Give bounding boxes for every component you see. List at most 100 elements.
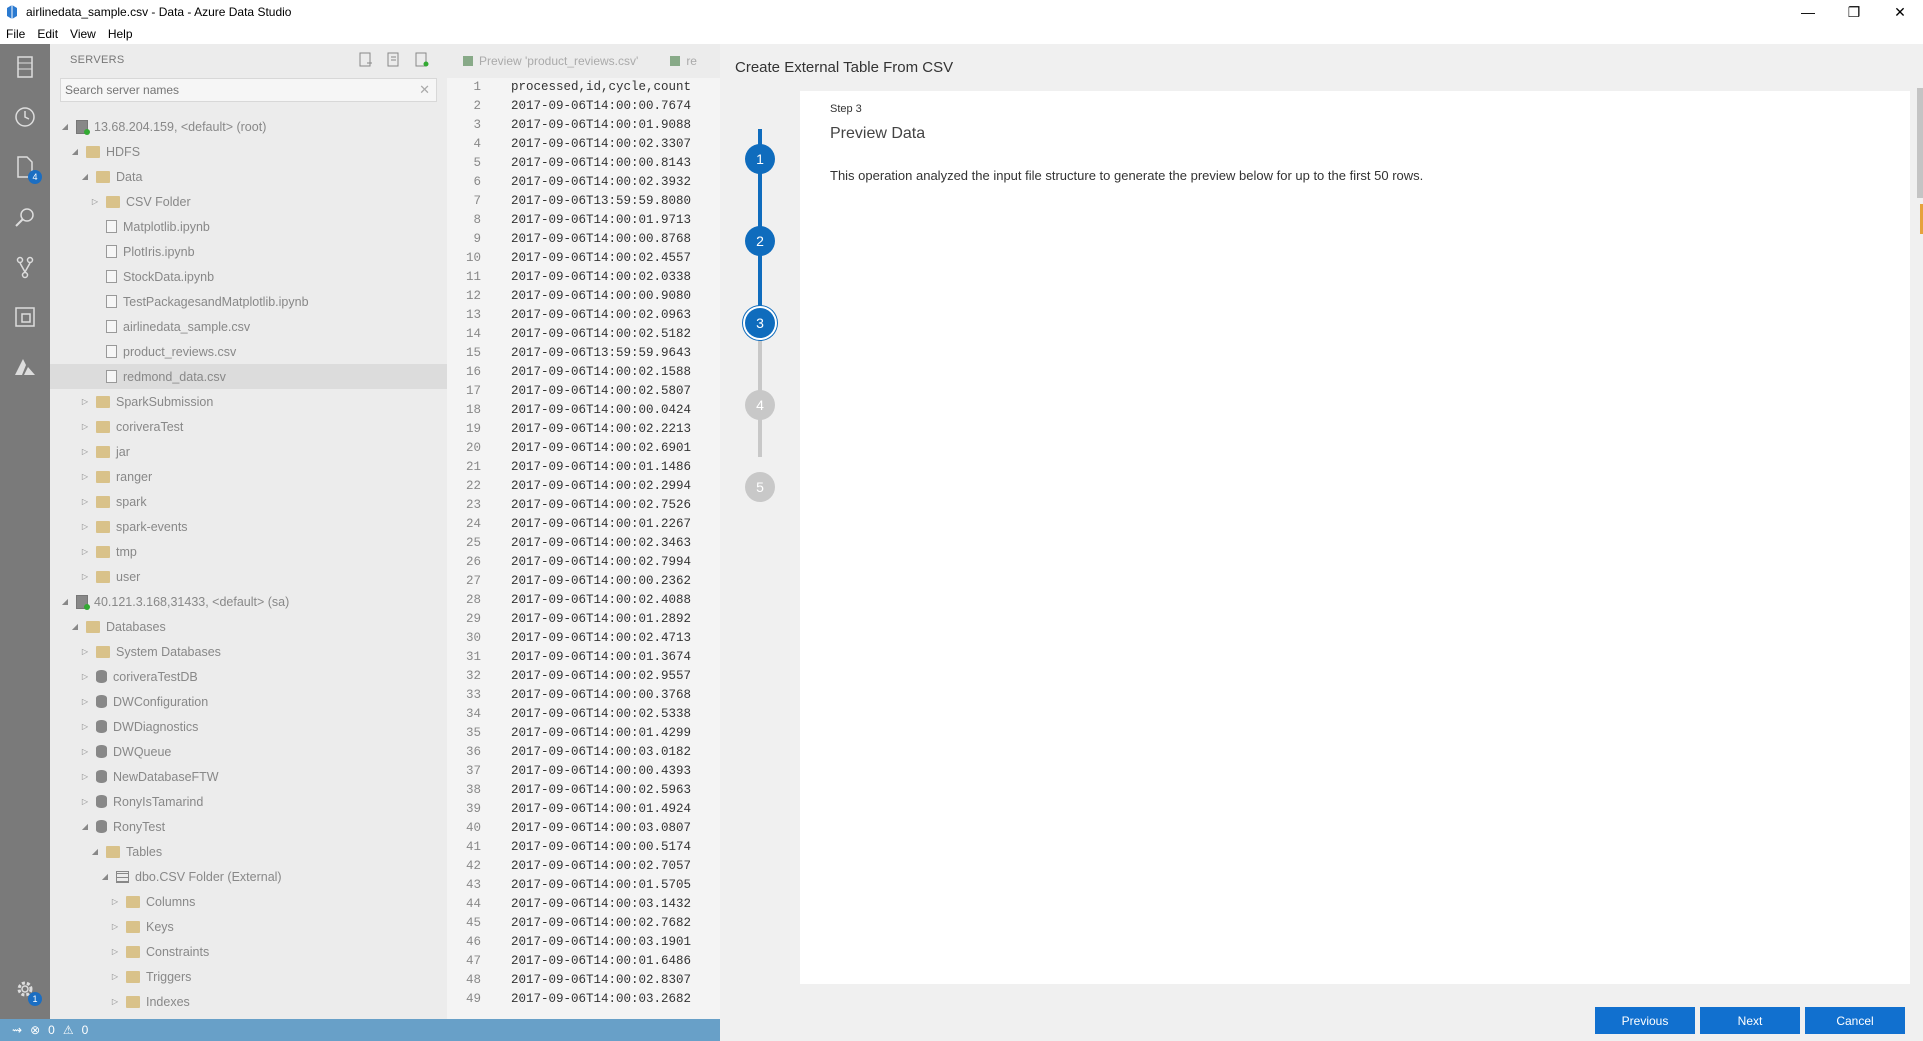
collapsed-chevron-icon[interactable]: ▷ [80,447,90,456]
tree-item[interactable]: ▷ DWQueue [50,739,447,764]
servers-icon[interactable] [10,52,40,82]
collapsed-chevron-icon[interactable]: ▷ [80,772,90,781]
tree-item[interactable]: ◢ dbo.CSV Folder (External) [50,864,447,889]
server-icon [76,119,90,135]
minimize-button[interactable]: — [1785,0,1831,24]
tree-item[interactable]: ▷ tmp [50,539,447,564]
previous-button[interactable]: Previous [1595,1007,1695,1034]
expanded-chevron-icon[interactable]: ◢ [70,622,80,631]
expanded-chevron-icon[interactable]: ◢ [90,847,100,856]
tree-item[interactable]: ▷ DWDiagnostics [50,714,447,739]
tree-item[interactable]: ▷ DWConfiguration [50,689,447,714]
collapsed-chevron-icon[interactable]: ▷ [80,797,90,806]
tree-item[interactable]: PlotIris.ipynb [50,239,447,264]
menu-help[interactable]: Help [108,27,133,41]
new-connection-icon[interactable] [359,52,373,68]
collapsed-chevron-icon[interactable]: ▷ [90,197,100,206]
search-icon[interactable] [10,202,40,232]
step-1[interactable]: 1 [745,144,775,174]
remote-icon[interactable]: ⇝ [12,1023,22,1037]
tree-item[interactable]: TestPackagesandMatplotlib.ipynb [50,289,447,314]
tree-item[interactable]: ▷ Indexes [50,989,447,1014]
tree-item[interactable]: ▷ spark-events [50,514,447,539]
active-connections-icon[interactable] [415,52,429,68]
tree-item[interactable]: ▷ Constraints [50,939,447,964]
step-3[interactable]: 3 [745,308,775,338]
collapsed-chevron-icon[interactable]: ▷ [80,747,90,756]
expanded-chevron-icon[interactable]: ◢ [100,872,110,881]
source-control-icon[interactable] [10,252,40,282]
menu-view[interactable]: View [70,27,96,41]
collapsed-chevron-icon[interactable]: ▷ [80,422,90,431]
collapsed-chevron-icon[interactable]: ▷ [80,522,90,531]
tree-item[interactable]: ▷ coriveraTestDB [50,664,447,689]
tree-item[interactable]: ◢ Databases [50,614,447,639]
collapsed-chevron-icon[interactable]: ▷ [110,947,120,956]
collapsed-chevron-icon[interactable]: ▷ [80,547,90,556]
errors-icon[interactable]: ⊗ [30,1023,40,1037]
tree-item[interactable]: ◢ RonyTest [50,814,447,839]
menu-file[interactable]: File [6,27,25,41]
tree-item[interactable]: redmond_data.csv [50,364,447,389]
explorer-icon[interactable]: 4 [10,152,42,184]
tree-item[interactable]: ◢ Data [50,164,447,189]
expanded-chevron-icon[interactable]: ◢ [60,122,70,131]
tab-redmond-data[interactable]: re [654,54,713,68]
tree-item[interactable]: ▷ RonyIsTamarind [50,789,447,814]
tree-item[interactable]: ◢ 40.121.3.168,31433, <default> (sa) [50,589,447,614]
tree-item[interactable]: ▷ Columns [50,889,447,914]
gear-icon[interactable]: 1 [10,974,42,1006]
collapsed-chevron-icon[interactable]: ▷ [80,397,90,406]
tree-item[interactable]: ▷ SparkSubmission [50,389,447,414]
expanded-chevron-icon[interactable]: ◢ [60,597,70,606]
tree-item[interactable]: airlinedata_sample.csv [50,314,447,339]
expanded-chevron-icon[interactable]: ◢ [70,147,80,156]
menu-edit[interactable]: Edit [37,27,58,41]
tree-item[interactable]: ◢ Tables [50,839,447,864]
collapsed-chevron-icon[interactable]: ▷ [80,572,90,581]
collapsed-chevron-icon[interactable]: ▷ [80,497,90,506]
extensions-icon[interactable] [10,302,40,332]
tree-item[interactable]: ▷ user [50,564,447,589]
tree-item[interactable]: ▷ Triggers [50,964,447,989]
tree-item[interactable]: ▷ System Databases [50,639,447,664]
new-server-group-icon[interactable] [387,52,401,68]
step-2[interactable]: 2 [745,226,775,256]
warning-icon[interactable]: ⚠ [63,1023,74,1037]
tab-preview-product-reviews[interactable]: Preview 'product_reviews.csv' [447,54,654,68]
tree-item[interactable]: ▷ NewDatabaseFTW [50,764,447,789]
collapsed-chevron-icon[interactable]: ▷ [80,697,90,706]
tree-item[interactable]: ▷ Keys [50,914,447,939]
tree-item[interactable]: ▷ spark [50,489,447,514]
next-button[interactable]: Next [1700,1007,1800,1034]
collapsed-chevron-icon[interactable]: ▷ [80,647,90,656]
collapsed-chevron-icon[interactable]: ▷ [110,972,120,981]
expanded-chevron-icon[interactable]: ◢ [80,172,90,181]
tree-item[interactable]: ◢ HDFS [50,139,447,164]
collapsed-chevron-icon[interactable]: ▷ [110,897,120,906]
code-lines[interactable]: 1 processed,id,cycle,count 2 2017-09-06T14:… [447,80,720,1011]
restore-button[interactable]: ❐ [1831,0,1877,24]
tree-item[interactable]: Matplotlib.ipynb [50,214,447,239]
collapsed-chevron-icon[interactable]: ▷ [110,997,120,1006]
collapsed-chevron-icon[interactable]: ▷ [80,722,90,731]
tree-item[interactable]: ▷ jar [50,439,447,464]
collapsed-chevron-icon[interactable]: ▷ [80,472,90,481]
history-icon[interactable] [10,102,40,132]
clear-search-icon[interactable]: ✕ [419,82,430,98]
tree-item[interactable]: ▷ ranger [50,464,447,489]
tree-item[interactable]: StockData.ipynb [50,264,447,289]
collapsed-chevron-icon[interactable]: ▷ [80,672,90,681]
tree-item-label: tmp [116,544,137,559]
tree-item[interactable]: ▷ CSV Folder [50,189,447,214]
scrollbar[interactable] [1917,88,1923,198]
search-input[interactable] [65,83,395,97]
tree-item[interactable]: ◢ 13.68.204.159, <default> (root) [50,114,447,139]
cancel-button[interactable]: Cancel [1805,1007,1905,1034]
azure-icon[interactable] [10,352,40,382]
tree-item[interactable]: product_reviews.csv [50,339,447,364]
close-window-button[interactable]: ✕ [1877,0,1923,24]
tree-item[interactable]: ▷ coriveraTest [50,414,447,439]
collapsed-chevron-icon[interactable]: ▷ [110,922,120,931]
expanded-chevron-icon[interactable]: ◢ [80,822,90,831]
